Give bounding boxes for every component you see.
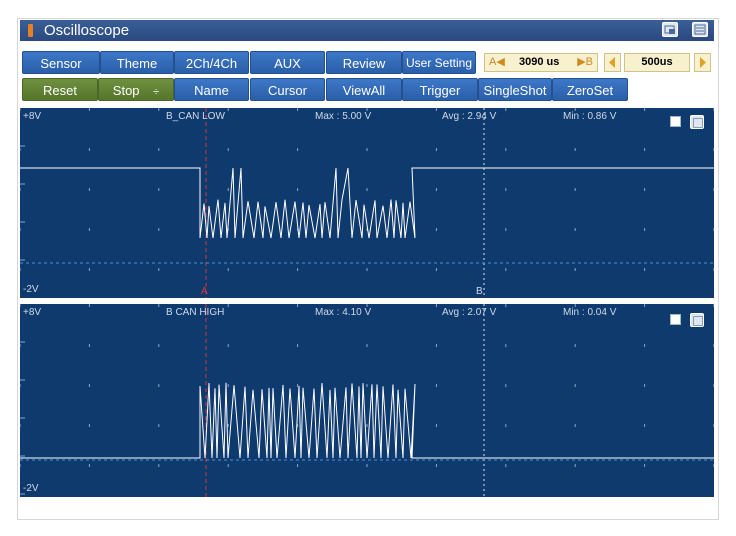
name-button[interactable]: Name <box>174 78 249 101</box>
timebase-value: 500us <box>624 53 690 72</box>
min-readout: Min : 0.04 V <box>563 307 617 318</box>
oscilloscope-icon <box>28 24 33 37</box>
cursor-delta-value: 3090 us <box>519 56 560 68</box>
avg-readout: Avg : 2.07 V <box>442 307 497 318</box>
sensor-button[interactable]: Sensor <box>22 51 100 74</box>
vmin-label: -2V <box>23 284 39 295</box>
channel-2-checkbox[interactable] <box>670 314 681 325</box>
channel-name: B_CAN LOW <box>166 111 225 122</box>
spinner-icon: ÷ <box>153 86 160 98</box>
cursor-a-marker[interactable]: A <box>201 286 208 297</box>
vmin-label: -2V <box>23 483 39 494</box>
cursor-button[interactable]: Cursor <box>250 78 325 101</box>
channel-2-waveform <box>20 304 714 497</box>
stop-label: Stop <box>112 83 140 98</box>
zeroset-button[interactable]: ZeroSet <box>552 78 628 101</box>
channel-2-trace <box>20 382 714 459</box>
toolbar-row-2: Reset Stop ÷ Name Cursor ViewAll Trigger… <box>20 76 714 103</box>
toolbar-row-1: Sensor Theme 2Ch/4Ch AUX Review User Set… <box>20 49 714 76</box>
cursor-b-marker[interactable]: B <box>476 286 483 297</box>
singleshot-button[interactable]: SingleShot <box>478 78 552 101</box>
min-readout: Min : 0.86 V <box>563 111 617 122</box>
max-readout: Max : 5.00 V <box>315 111 372 122</box>
arrow-left-icon[interactable] <box>604 53 621 72</box>
theme-button[interactable]: Theme <box>100 51 174 74</box>
vmax-label: +8V <box>23 111 42 122</box>
channel-1-trace <box>20 167 714 239</box>
channel-2-panel: +8V -2V B CAN HIGH Max : 4.10 V Avg : 2.… <box>20 304 714 497</box>
channel-1-checkbox[interactable] <box>670 116 681 127</box>
cursor-a-label: A◀ <box>489 56 505 68</box>
cursor-readout: A◀ 3090 us ▶B <box>484 53 598 72</box>
user-setting-button[interactable]: User Setting <box>402 51 476 74</box>
viewall-button[interactable]: ViewAll <box>326 78 402 101</box>
reset-button[interactable]: Reset <box>22 78 98 101</box>
window-title: Oscilloscope <box>44 22 130 39</box>
avg-readout: Avg : 2.94 V <box>442 111 497 122</box>
cursor-b-label: ▶B <box>577 56 593 68</box>
menu-icon[interactable] <box>692 22 708 37</box>
vmax-label: +8V <box>23 307 42 318</box>
restore-icon[interactable] <box>662 22 678 37</box>
channel-count-button[interactable]: 2Ch/4Ch <box>174 51 249 74</box>
channel-2-settings-icon[interactable] <box>690 313 704 327</box>
channel-1-panel: +8V -2V B_CAN LOW Max : 5.00 V Avg : 2.9… <box>20 108 714 298</box>
channel-1-waveform <box>20 108 714 298</box>
review-button[interactable]: Review <box>326 51 402 74</box>
arrow-right-icon[interactable] <box>694 53 711 72</box>
trigger-button[interactable]: Trigger <box>402 78 478 101</box>
stop-button[interactable]: Stop ÷ <box>98 78 174 101</box>
channel-name: B CAN HIGH <box>166 307 225 318</box>
max-readout: Max : 4.10 V <box>315 307 372 318</box>
channel-1-settings-icon[interactable] <box>690 115 704 129</box>
aux-button[interactable]: AUX <box>250 51 325 74</box>
title-bar: Oscilloscope <box>20 20 714 41</box>
